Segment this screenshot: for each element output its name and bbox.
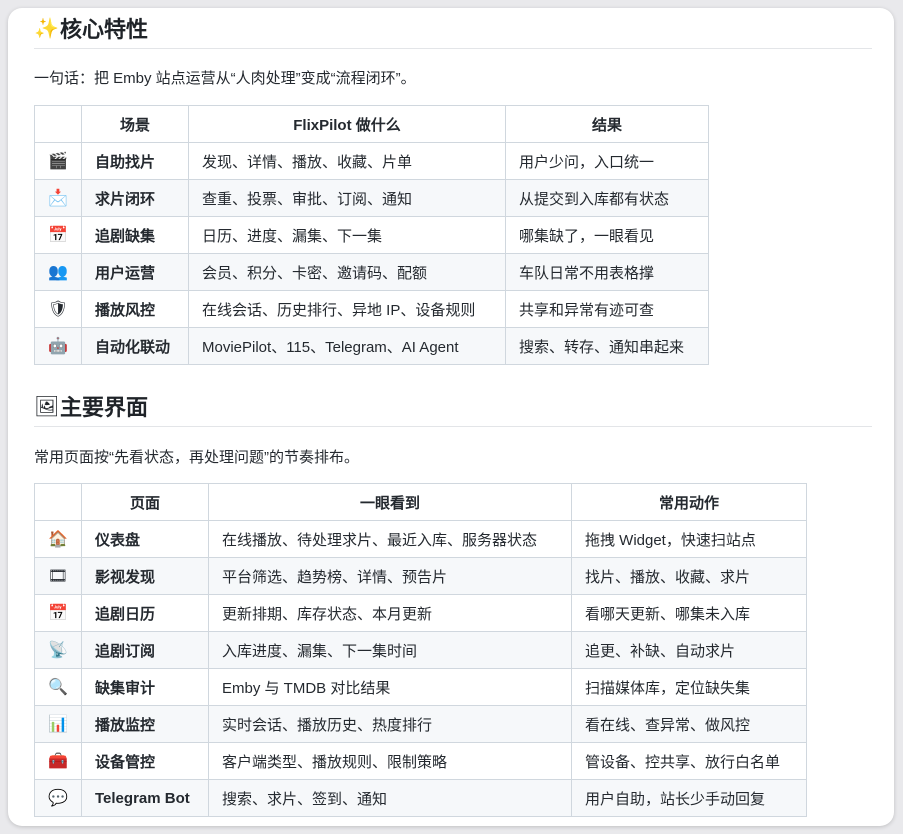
- page-cell: 影视发现: [81, 557, 209, 595]
- header-scene: 场景: [81, 105, 189, 143]
- scene-cell: 追剧缺集: [81, 216, 189, 254]
- see-cell: 入库进度、漏集、下一集时间: [208, 631, 572, 669]
- header-icon-col: [34, 105, 82, 143]
- result-cell: 车队日常不用表格撑: [505, 253, 709, 291]
- action-cell: 管设备、控共享、放行白名单: [571, 742, 807, 780]
- see-cell: 搜索、求片、签到、通知: [208, 779, 572, 817]
- result-cell: 用户少问，入口统一: [505, 142, 709, 180]
- scene-cell: 自动化联动: [81, 327, 189, 365]
- what-cell: 日历、进度、漏集、下一集: [188, 216, 506, 254]
- table-row: 🎞 影视发现 平台筛选、趋势榜、详情、预告片 找片、播放、收藏、求片: [34, 557, 807, 595]
- page-cell: 设备管控: [81, 742, 209, 780]
- clapper-board-icon: 🎬: [34, 142, 82, 180]
- page-cell: 仪表盘: [81, 520, 209, 558]
- screens-title: 主要界面: [60, 395, 149, 420]
- action-cell: 追更、补缺、自动求片: [571, 631, 807, 669]
- page-cell: 缺集审计: [81, 668, 209, 706]
- table-row: 📅 追剧日历 更新排期、库存状态、本月更新 看哪天更新、哪集未入库: [34, 594, 807, 632]
- screens-table-header: 页面 一眼看到 常用动作: [34, 483, 807, 521]
- table-row: 🛡 播放风控 在线会话、历史排行、异地 IP、设备规则 共享和异常有迹可查: [34, 290, 709, 328]
- shield-icon: 🛡: [34, 290, 82, 328]
- features-heading-block: ✨ 核心特性: [34, 8, 872, 49]
- what-cell: MoviePilot、115、Telegram、AI Agent: [188, 327, 506, 365]
- header-see: 一眼看到: [208, 483, 572, 521]
- house-icon: 🏠: [34, 520, 82, 558]
- film-box-icon: 🎞: [34, 557, 82, 595]
- features-table: 场景 FlixPilot 做什么 结果 🎬 自助找片 发现、详情、播放、收藏、片…: [34, 105, 709, 365]
- what-cell: 在线会话、历史排行、异地 IP、设备规则: [188, 290, 506, 328]
- screens-heading-block: 🖼 主要界面: [34, 386, 872, 427]
- table-row: 📩 求片闭环 查重、投票、审批、订阅、通知 从提交到入库都有状态: [34, 179, 709, 217]
- table-row: 🧰 设备管控 客户端类型、播放规则、限制策略 管设备、控共享、放行白名单: [34, 742, 807, 780]
- features-table-header: 场景 FlixPilot 做什么 结果: [34, 105, 709, 143]
- header-page: 页面: [81, 483, 209, 521]
- see-cell: 平台筛选、趋势榜、详情、预告片: [208, 557, 572, 595]
- see-cell: 更新排期、库存状态、本月更新: [208, 594, 572, 632]
- scene-cell: 用户运营: [81, 253, 189, 291]
- see-cell: 客户端类型、播放规则、限制策略: [208, 742, 572, 780]
- action-cell: 找片、播放、收藏、求片: [571, 557, 807, 595]
- page-cell: 追剧日历: [81, 594, 209, 632]
- table-row: 🏠 仪表盘 在线播放、待处理求片、最近入库、服务器状态 拖拽 Widget，快速…: [34, 520, 807, 558]
- sparkles-icon: ✨: [34, 17, 59, 40]
- see-cell: Emby 与 TMDB 对比结果: [208, 668, 572, 706]
- speech-bubble-icon: 💬: [34, 779, 82, 817]
- table-row: 📡 追剧订阅 入库进度、漏集、下一集时间 追更、补缺、自动求片: [34, 631, 807, 669]
- inbox-tray-icon: 📩: [34, 179, 82, 217]
- screens-heading: 🖼 主要界面: [34, 390, 148, 422]
- what-cell: 会员、积分、卡密、邀请码、配额: [188, 253, 506, 291]
- table-row: 🤖 自动化联动 MoviePilot、115、Telegram、AI Agent…: [34, 327, 709, 365]
- features-intro: 一句话：把 Emby 站点运营从“人肉处理”变成“流程闭环”。: [34, 70, 416, 87]
- bar-chart-icon: 📊: [34, 705, 82, 743]
- action-cell: 看在线、查异常、做风控: [571, 705, 807, 743]
- calendar-icon: 📅: [34, 216, 82, 254]
- header-action: 常用动作: [571, 483, 807, 521]
- see-cell: 在线播放、待处理求片、最近入库、服务器状态: [208, 520, 572, 558]
- what-cell: 发现、详情、播放、收藏、片单: [188, 142, 506, 180]
- users-icon: 👥: [34, 253, 82, 291]
- table-row: 🔍 缺集审计 Emby 与 TMDB 对比结果 扫描媒体库，定位缺失集: [34, 668, 807, 706]
- features-heading: ✨ 核心特性: [34, 12, 148, 44]
- table-row: 📅 追剧缺集 日历、进度、漏集、下一集 哪集缺了，一眼看见: [34, 216, 709, 254]
- action-cell: 扫描媒体库，定位缺失集: [571, 668, 807, 706]
- see-cell: 实时会话、播放历史、热度排行: [208, 705, 572, 743]
- result-cell: 哪集缺了，一眼看见: [505, 216, 709, 254]
- header-what: FlixPilot 做什么: [188, 105, 506, 143]
- page-cell: 播放监控: [81, 705, 209, 743]
- scene-cell: 求片闭环: [81, 179, 189, 217]
- page-cell: Telegram Bot: [81, 779, 209, 817]
- header-icon-col: [34, 483, 82, 521]
- screens-table: 页面 一眼看到 常用动作 🏠 仪表盘 在线播放、待处理求片、最近入库、服务器状态…: [34, 483, 807, 817]
- table-row: 📊 播放监控 实时会话、播放历史、热度排行 看在线、查异常、做风控: [34, 705, 807, 743]
- header-result: 结果: [505, 105, 709, 143]
- action-cell: 用户自助，站长少手动回复: [571, 779, 807, 817]
- page-cell: 追剧订阅: [81, 631, 209, 669]
- calendar-icon: 📅: [34, 594, 82, 632]
- table-row: 👥 用户运营 会员、积分、卡密、邀请码、配额 车队日常不用表格撑: [34, 253, 709, 291]
- magnifier-icon: 🔍: [34, 668, 82, 706]
- screens-intro: 常用页面按“先看状态，再处理问题”的节奏排布。: [34, 449, 359, 466]
- action-cell: 看哪天更新、哪集未入库: [571, 594, 807, 632]
- result-cell: 搜索、转存、通知串起来: [505, 327, 709, 365]
- table-row: 🎬 自助找片 发现、详情、播放、收藏、片单 用户少问，入口统一: [34, 142, 709, 180]
- what-cell: 查重、投票、审批、订阅、通知: [188, 179, 506, 217]
- robot-icon: 🤖: [34, 327, 82, 365]
- document-card: ✨ 核心特性 一句话：把 Emby 站点运营从“人肉处理”变成“流程闭环”。 场…: [8, 8, 894, 826]
- table-row: 💬 Telegram Bot 搜索、求片、签到、通知 用户自助，站长少手动回复: [34, 779, 807, 817]
- satellite-dish-icon: 📡: [34, 631, 82, 669]
- toolbox-icon: 🧰: [34, 742, 82, 780]
- features-title: 核心特性: [60, 17, 149, 42]
- framed-picture-icon: 🖼: [34, 395, 60, 418]
- result-cell: 共享和异常有迹可查: [505, 290, 709, 328]
- scene-cell: 自助找片: [81, 142, 189, 180]
- result-cell: 从提交到入库都有状态: [505, 179, 709, 217]
- action-cell: 拖拽 Widget，快速扫站点: [571, 520, 807, 558]
- scene-cell: 播放风控: [81, 290, 189, 328]
